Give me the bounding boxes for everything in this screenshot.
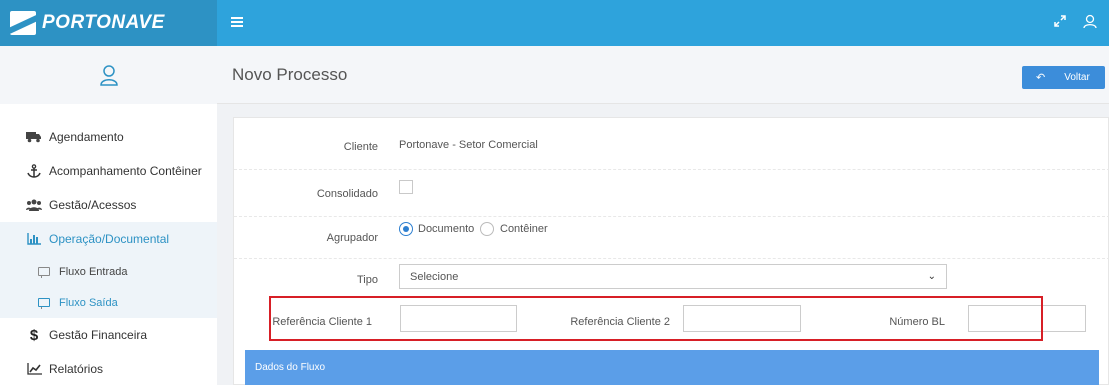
form-panel: Cliente Portonave - Setor Comercial Cons… <box>233 117 1109 385</box>
agrupador-option-documento: Documento <box>418 223 475 235</box>
reply-icon: ↶ <box>1036 72 1046 84</box>
sidebar-item-label: Relatórios <box>49 362 104 376</box>
tipo-select-value: Selecione <box>410 270 459 283</box>
dados-fluxo-section-header[interactable]: Dados do Fluxo <box>245 350 1099 385</box>
back-button-label: Voltar <box>1064 72 1090 83</box>
highlight-box <box>269 296 1043 341</box>
logo[interactable]: PORTONAVE <box>0 0 217 46</box>
form-row-agrupador: Agrupador Documento Contêiner <box>234 217 1109 259</box>
consolidado-checkbox[interactable] <box>399 180 413 194</box>
agrupador-radio-documento[interactable] <box>399 222 413 236</box>
sidebar-item-label: Gestão Financeira <box>49 328 148 342</box>
users-icon <box>26 198 42 212</box>
monitor-icon <box>38 298 50 309</box>
back-button[interactable]: ↶ Voltar <box>1022 66 1105 89</box>
page-title: Novo Processo <box>232 65 348 84</box>
sidebar-subitem-label: Fluxo Entrada <box>59 265 128 278</box>
portonave-logo-icon <box>10 11 36 35</box>
monitor-icon <box>38 267 50 278</box>
sidebar-item-agendamento[interactable]: Agendamento <box>0 120 217 154</box>
menu-toggle-button[interactable] <box>231 17 243 28</box>
sidebar-item-label: Acompanhamento Contêiner <box>49 164 202 178</box>
line-chart-icon <box>26 362 42 376</box>
sidebar-item-gestao-financeira[interactable]: $ Gestão Financeira <box>0 318 217 352</box>
sidebar-item-label: Agendamento <box>49 130 124 144</box>
truck-icon <box>26 130 42 144</box>
sidebar-nav: Agendamento Acompanhamento Contêiner Ges… <box>0 120 217 385</box>
sidebar-subitem-fluxo-saida[interactable]: Fluxo Saída <box>0 287 217 318</box>
dollar-icon: $ <box>29 326 39 344</box>
agrupador-radio-conteiner[interactable] <box>480 222 494 236</box>
sidebar-item-gestao-acessos[interactable]: Gestão/Acessos <box>0 188 217 222</box>
agrupador-label: Agrupador <box>326 232 378 244</box>
dados-fluxo-title: Dados do Fluxo <box>255 362 326 373</box>
expand-icon[interactable] <box>1053 14 1067 28</box>
anchor-icon <box>26 164 42 178</box>
cliente-label: Cliente <box>343 141 378 153</box>
sidebar-item-operacao-documental[interactable]: Operação/Documental <box>0 222 217 256</box>
form-row-cliente: Cliente Portonave - Setor Comercial <box>234 118 1109 170</box>
page-header: Novo Processo ↶ Voltar <box>217 46 1109 104</box>
sidebar-user <box>0 46 217 104</box>
bar-chart-icon <box>26 232 42 246</box>
sidebar-subitem-label: Fluxo Saída <box>59 296 118 309</box>
sidebar-item-relatorios[interactable]: Relatórios <box>0 352 217 385</box>
user-icon[interactable] <box>1083 14 1097 29</box>
consolidado-label: Consolidado <box>316 188 378 200</box>
sidebar-item-label: Operação/Documental <box>49 232 170 246</box>
sidebar-item-acompanhamento[interactable]: Acompanhamento Contêiner <box>0 154 217 188</box>
sidebar-item-label: Gestão/Acessos <box>49 198 137 212</box>
top-bar: PORTONAVE <box>0 0 1109 46</box>
sidebar-subitem-fluxo-entrada[interactable]: Fluxo Entrada <box>0 256 217 287</box>
user-avatar-icon[interactable] <box>99 64 119 86</box>
tipo-label: Tipo <box>357 274 378 286</box>
chevron-down-icon: ⌄ <box>927 271 936 282</box>
form-row-consolidado: Consolidado <box>234 170 1109 217</box>
cliente-value: Portonave - Setor Comercial <box>399 139 538 151</box>
form-row-tipo: Tipo Selecione ⌄ <box>234 259 1109 298</box>
sidebar: Agendamento Acompanhamento Contêiner Ges… <box>0 46 217 385</box>
brand-name: PORTONAVE <box>42 12 165 33</box>
agrupador-option-conteiner: Contêiner <box>500 223 548 235</box>
tipo-select[interactable]: Selecione ⌄ <box>399 264 947 289</box>
